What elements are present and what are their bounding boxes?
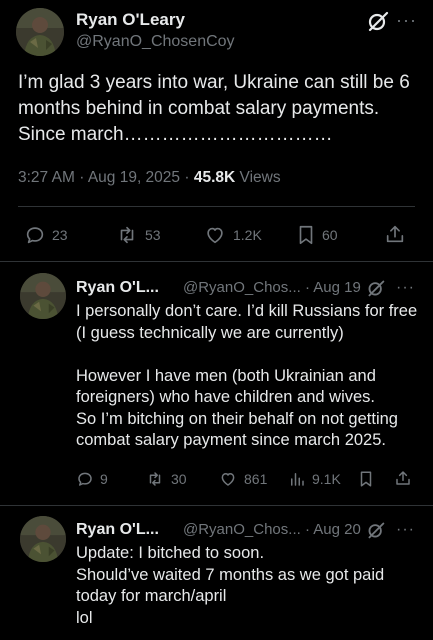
heart-icon: [221, 473, 235, 486]
meta-separator: ·: [304, 521, 310, 538]
repost-icon: [149, 472, 161, 486]
tweet-text: I’m glad 3 years into war, Ukraine can s…: [18, 72, 416, 145]
author-handle[interactable]: @RyanO_ChosenCoy: [76, 33, 235, 51]
repost-button[interactable]: 53: [115, 224, 161, 246]
share-button[interactable]: [394, 469, 412, 487]
bookmark-button[interactable]: [358, 470, 374, 488]
main-tweet: Ryan O'Leary @RyanO_ChosenCoy ··· I’m gl…: [0, 0, 433, 262]
reply-text: I personally don’t care. I’d kill Russia…: [76, 302, 418, 449]
reply-text: Update: I bitched to soon. Should’ve wai…: [76, 544, 385, 627]
divider: [18, 206, 415, 207]
reply-count: 9: [100, 471, 108, 487]
bookmark-icon: [360, 471, 372, 487]
views-count: 9.1K: [312, 471, 341, 487]
like-button[interactable]: 861: [218, 470, 267, 488]
reply-icon: [78, 472, 92, 486]
avatar-image: [20, 516, 66, 562]
bookmark-count: 60: [322, 227, 338, 243]
action-bar: 23 53 1.2K 60: [0, 222, 433, 248]
avatar-image: [16, 8, 64, 56]
share-button[interactable]: [384, 223, 406, 245]
avatar[interactable]: [16, 8, 64, 56]
grok-icon[interactable]: [367, 521, 385, 539]
meta-separator: ·: [184, 169, 190, 186]
avatar[interactable]: [20, 516, 66, 562]
grok-icon[interactable]: [367, 279, 385, 297]
like-count: 861: [244, 471, 268, 487]
share-icon: [386, 225, 404, 243]
views-label: Views: [239, 169, 281, 186]
avatar-image: [20, 273, 66, 319]
reply-icon: [26, 227, 44, 244]
divider: [0, 505, 433, 506]
avatar[interactable]: [20, 273, 66, 319]
repost-icon: [120, 226, 134, 244]
views-button[interactable]: 9.1K: [288, 470, 341, 488]
views-count: 45.8K: [193, 169, 236, 186]
reply-author-handle[interactable]: @RyanO_Chos...: [183, 279, 301, 296]
meta-separator: ·: [79, 169, 85, 186]
repost-button[interactable]: 30: [145, 470, 187, 488]
reply-button[interactable]: 9: [76, 470, 108, 488]
like-button[interactable]: 1.2K: [203, 224, 262, 246]
reply-date[interactable]: Aug 19: [313, 279, 361, 296]
more-options-icon[interactable]: ···: [396, 522, 415, 538]
share-icon: [396, 471, 410, 485]
meta-separator: ·: [304, 279, 310, 296]
more-options-icon[interactable]: ···: [396, 280, 415, 296]
like-count: 1.2K: [233, 227, 262, 243]
reply-button[interactable]: 23: [24, 224, 68, 246]
grok-icon[interactable]: [367, 10, 389, 32]
analytics-icon: [291, 473, 304, 486]
author-name[interactable]: Ryan O'Leary: [76, 10, 185, 30]
repost-count: 53: [145, 227, 161, 243]
reply-date[interactable]: Aug 20: [313, 521, 361, 538]
reply-author-handle[interactable]: @RyanO_Chos...: [183, 521, 301, 538]
reply-count: 23: [52, 227, 68, 243]
bookmark-button[interactable]: 60: [296, 224, 338, 246]
more-options-icon[interactable]: ···: [396, 11, 417, 29]
repost-count: 30: [171, 471, 187, 487]
tweet-time: 3:27 AM: [18, 169, 75, 186]
bookmark-icon: [299, 225, 313, 245]
reply-meta: @RyanO_Chos... · Aug 19: [183, 279, 361, 296]
reply-author-name[interactable]: Ryan O'L...: [76, 521, 159, 539]
heart-icon: [207, 227, 223, 244]
reply-author-name[interactable]: Ryan O'L...: [76, 279, 159, 297]
tweet-date[interactable]: Aug 19, 2025: [88, 169, 180, 186]
reply-meta: @RyanO_Chos... · Aug 20: [183, 521, 361, 538]
tweet-meta: 3:27 AM · Aug 19, 2025 · 45.8K Views: [18, 169, 281, 187]
